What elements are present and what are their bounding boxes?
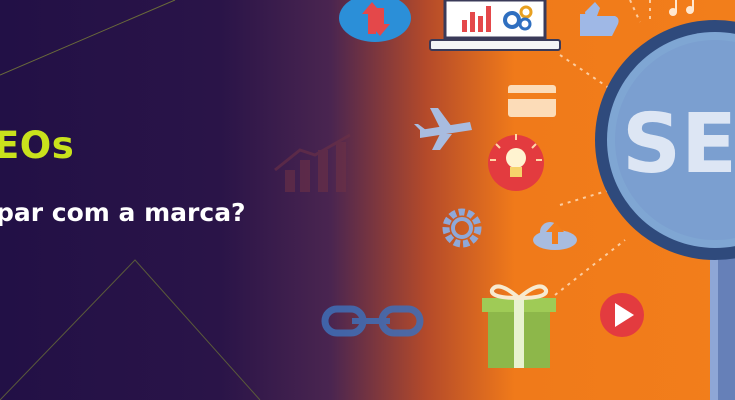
magnifying-glass-icon (595, 20, 735, 400)
play-button-icon (600, 293, 644, 337)
seo-banner: EOs par com a marca? SE (0, 0, 735, 400)
gear-icon (442, 208, 482, 248)
gift-icon (482, 284, 556, 368)
thumbs-up-icon (580, 2, 619, 36)
lightbulb-icon (488, 134, 544, 191)
cloud-sync-icon (339, 0, 411, 42)
link-icon (321, 305, 424, 337)
magnifier-seo-text: SEO (622, 97, 735, 192)
growth-chart-icon (274, 133, 351, 192)
airplane-icon (414, 108, 472, 150)
seo-illustration: SEO (274, 0, 735, 400)
monitor-chart-icon (429, 0, 561, 51)
credit-card-icon (508, 85, 556, 117)
music-notes-icon (669, 0, 694, 16)
cloud-upload-icon (533, 222, 577, 250)
